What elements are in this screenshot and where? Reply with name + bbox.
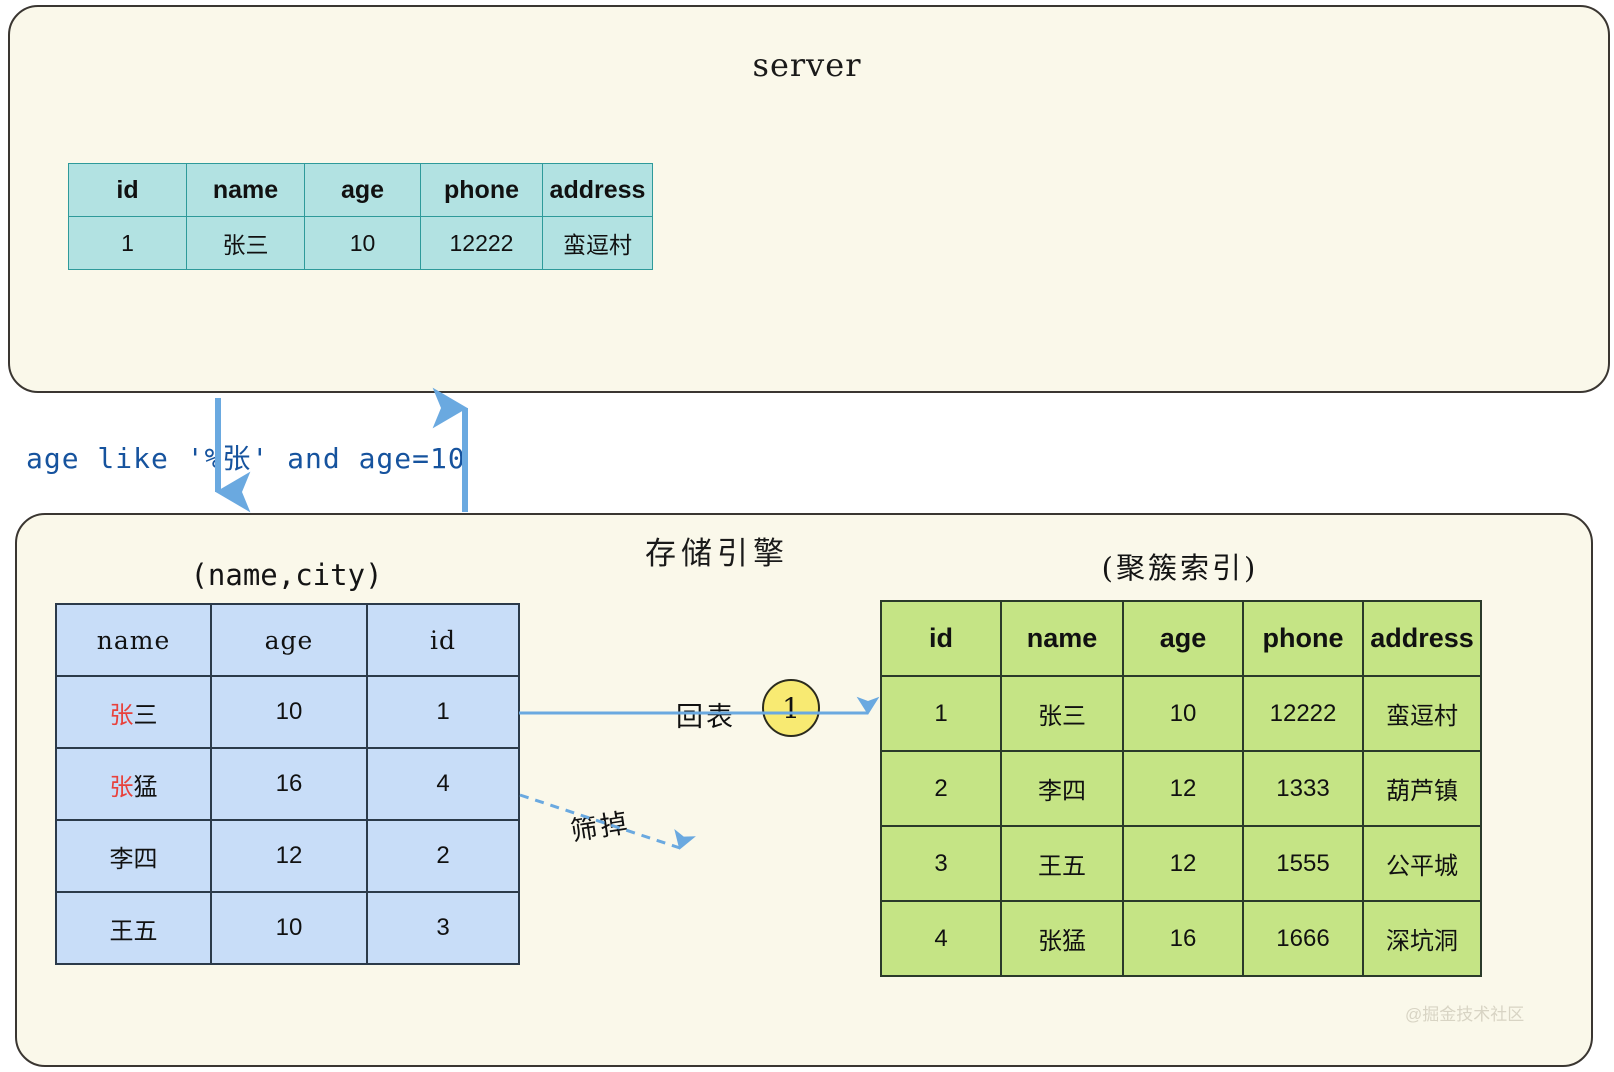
id-cell: 4 [881, 901, 1001, 976]
column-header: name [56, 604, 211, 676]
table-cell: 张三 [187, 217, 305, 270]
column-header: name [187, 164, 305, 217]
id-cell: 1 [367, 676, 519, 748]
name-suffix: 猛 [134, 774, 158, 801]
header-row: idnameagephoneaddress [881, 601, 1481, 676]
name-prefix-highlight: 张 [110, 774, 134, 801]
name-prefix-highlight: 张 [110, 702, 134, 729]
column-header: id [69, 164, 187, 217]
step-badge: 1 [762, 679, 820, 737]
name-suffix: 李四 [110, 846, 158, 873]
server-panel-title: server [0, 46, 1614, 84]
column-header: name [1001, 601, 1123, 676]
column-header: age [1123, 601, 1243, 676]
name-suffix: 王五 [110, 918, 158, 945]
id-cell: 3 [367, 892, 519, 964]
table-row: 2李四121333葫芦镇 [881, 751, 1481, 826]
phone-cell: 1555 [1243, 826, 1363, 901]
age-cell: 12 [1123, 751, 1243, 826]
address-cell: 蛮逗村 [1363, 676, 1481, 751]
name-cell: 王五 [56, 892, 211, 964]
id-cell: 1 [881, 676, 1001, 751]
age-cell: 10 [211, 676, 367, 748]
column-header: address [543, 164, 653, 217]
phone-cell: 1666 [1243, 901, 1363, 976]
name-cell: 王五 [1001, 826, 1123, 901]
table-row: 张猛164 [56, 748, 519, 820]
age-cell: 16 [211, 748, 367, 820]
table-cell: 10 [305, 217, 421, 270]
watermark: @掘金技术社区 [1405, 1000, 1524, 1025]
age-cell: 10 [211, 892, 367, 964]
address-cell: 公平城 [1363, 826, 1481, 901]
column-header: age [305, 164, 421, 217]
table-row: 4张猛161666深坑洞 [881, 901, 1481, 976]
name-cell: 张三 [56, 676, 211, 748]
age-cell: 10 [1123, 676, 1243, 751]
lookup-label: 回表 [671, 694, 741, 735]
age-cell: 16 [1123, 901, 1243, 976]
column-header: age [211, 604, 367, 676]
phone-cell: 12222 [1243, 676, 1363, 751]
name-cell: 张猛 [1001, 901, 1123, 976]
table-cell: 12222 [421, 217, 543, 270]
table-cell: 1 [69, 217, 187, 270]
id-cell: 2 [367, 820, 519, 892]
step-badge-number: 1 [782, 692, 800, 725]
age-cell: 12 [211, 820, 367, 892]
secondary-index-table: nameageid张三101张猛164李四122王五103 [55, 603, 520, 965]
column-header: id [881, 601, 1001, 676]
header-row: idnameagephoneaddress [69, 164, 653, 217]
name-cell: 李四 [56, 820, 211, 892]
query-predicate-text: age like '%张' and age=10 [26, 437, 466, 477]
table-row: 1张三1012222蛮逗村 [881, 676, 1481, 751]
clustered-index-table: idnameagephoneaddress1张三1012222蛮逗村2李四121… [880, 600, 1482, 977]
table-row: 1张三1012222蛮逗村 [69, 217, 653, 270]
name-cell: 李四 [1001, 751, 1123, 826]
storage-engine-title: 存储引擎 [645, 528, 789, 573]
server-result-table: idnameagephoneaddress1张三1012222蛮逗村 [68, 163, 653, 270]
clustered-index-label: (聚簇索引) [880, 545, 1480, 587]
phone-cell: 1333 [1243, 751, 1363, 826]
table-cell: 蛮逗村 [543, 217, 653, 270]
column-header: address [1363, 601, 1481, 676]
column-header: id [367, 604, 519, 676]
name-cell: 张三 [1001, 676, 1123, 751]
table-row: 李四 122 [56, 820, 519, 892]
column-header: phone [421, 164, 543, 217]
header-row: nameageid [56, 604, 519, 676]
table-row: 3王五121555公平城 [881, 826, 1481, 901]
address-cell: 葫芦镇 [1363, 751, 1481, 826]
id-cell: 3 [881, 826, 1001, 901]
table-row: 张三101 [56, 676, 519, 748]
column-header: phone [1243, 601, 1363, 676]
age-cell: 12 [1123, 826, 1243, 901]
name-suffix: 三 [134, 702, 158, 729]
id-cell: 2 [881, 751, 1001, 826]
name-cell: 张猛 [56, 748, 211, 820]
secondary-index-label: (name,city) [55, 558, 518, 592]
table-row: 王五 103 [56, 892, 519, 964]
address-cell: 深坑洞 [1363, 901, 1481, 976]
id-cell: 4 [367, 748, 519, 820]
